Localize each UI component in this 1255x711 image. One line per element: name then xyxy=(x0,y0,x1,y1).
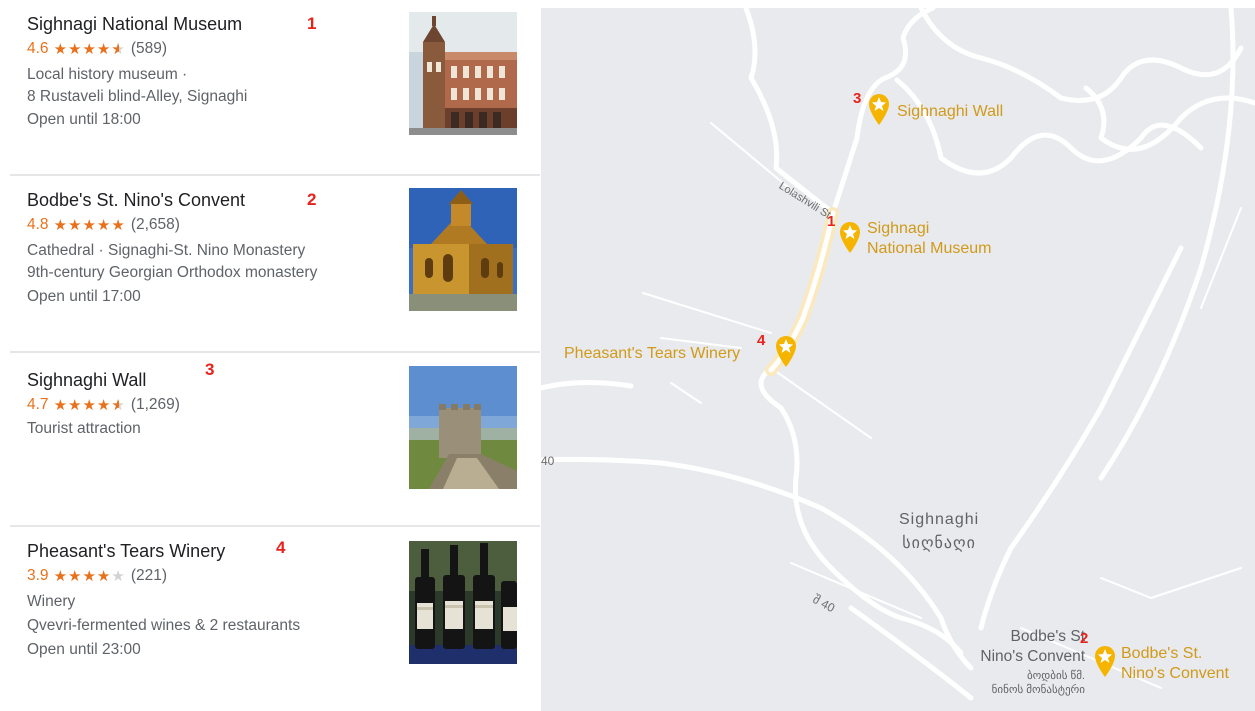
review-count[interactable]: (2,658) xyxy=(131,216,180,234)
result-marker-number: 2 xyxy=(307,190,317,209)
map-marker-number: 2 xyxy=(1080,630,1089,647)
result-title[interactable]: Bodbe's St. Nino's Convent xyxy=(27,190,245,211)
star-rating-icon: ★★★★★ xyxy=(53,217,126,234)
result-description: Qvevri-fermented wines & 2 restaurants xyxy=(27,617,301,634)
map-view[interactable]: Lolashvili St 40 შ 40 Sighnaghi სიღნაღი … xyxy=(541,8,1255,711)
result-category: Winery xyxy=(27,593,76,610)
result-card-winery[interactable]: Pheasant's Tears Winery 4 3.9 ★★★★★ (221… xyxy=(0,527,540,699)
wall-photo[interactable] xyxy=(409,366,517,489)
result-hours: Open until 18:00 xyxy=(27,111,141,128)
result-category: Local history museum · xyxy=(27,66,188,83)
rating-row: 4.8 ★★★★★ (2,658) xyxy=(27,216,180,234)
result-title[interactable]: Pheasant's Tears Winery xyxy=(27,541,225,562)
poi-label-line: Bodbe's St. xyxy=(1121,645,1203,662)
result-marker-number: 1 xyxy=(307,14,317,33)
rating-score: 4.8 xyxy=(27,216,49,233)
poi-label-convent[interactable]: Bodbe's St. Nino's Convent xyxy=(1121,644,1229,684)
rating-score: 4.7 xyxy=(27,396,49,413)
results-list: Sighnagi National Museum 1 4.6 ★★★★★★ (5… xyxy=(0,0,540,711)
result-card-museum[interactable]: Sighnagi National Museum 1 4.6 ★★★★★★ (5… xyxy=(0,0,540,172)
star-rating-icon: ★★★★★★ xyxy=(53,397,126,414)
review-count[interactable]: (221) xyxy=(131,567,167,585)
rating-score: 4.6 xyxy=(27,40,49,57)
town-name-georgian: სიღნაღი xyxy=(902,535,976,552)
result-category: Cathedral · Signaghi-St. Nino Monastery xyxy=(27,242,306,259)
result-hours: Open until 17:00 xyxy=(27,288,141,305)
rating-score: 3.9 xyxy=(27,567,49,584)
museum-photo[interactable] xyxy=(409,12,517,135)
result-card-convent[interactable]: Bodbe's St. Nino's Convent 2 4.8 ★★★★★ (… xyxy=(0,176,540,348)
poi-label-winery[interactable]: Pheasant's Tears Winery xyxy=(564,344,740,364)
road-number-label: 40 xyxy=(541,454,555,468)
star-pin-icon[interactable] xyxy=(867,92,891,126)
town-label: Sighnaghi სიღნაღი xyxy=(899,511,979,553)
result-title[interactable]: Sighnagi National Museum xyxy=(27,14,242,35)
star-rating-icon: ★★★★★★ xyxy=(53,41,126,58)
convent-georgian-line: ნინოს მონასტერი xyxy=(991,684,1085,696)
star-pin-icon[interactable] xyxy=(774,334,798,368)
wine-bottles-photo[interactable] xyxy=(409,541,517,664)
rating-row: 3.9 ★★★★★ (221) xyxy=(27,567,167,585)
result-marker-number: 3 xyxy=(205,360,215,379)
poi-label-museum[interactable]: Sighnagi National Museum xyxy=(867,219,992,259)
star-pin-icon[interactable] xyxy=(1093,644,1117,678)
poi-label-line: National Museum xyxy=(867,240,992,257)
convent-georgian-line: ბოდბის წმ. xyxy=(1026,670,1085,682)
town-name: Sighnaghi xyxy=(899,511,980,528)
convent-photo[interactable] xyxy=(409,188,517,311)
convent-label-line: Nino's Convent xyxy=(980,648,1085,665)
result-marker-number: 4 xyxy=(276,538,286,557)
convent-georgian-label: ბოდბის წმ. ნინოს მონასტერი xyxy=(945,669,1085,697)
result-hours: Open until 23:00 xyxy=(27,641,141,658)
result-card-wall[interactable]: Sighnaghi Wall 3 4.7 ★★★★★★ (1,269) Tour… xyxy=(0,353,540,525)
result-title[interactable]: Sighnaghi Wall xyxy=(27,370,146,391)
rating-row: 4.7 ★★★★★★ (1,269) xyxy=(27,396,180,414)
map-marker-number: 4 xyxy=(757,332,766,349)
result-description: 9th-century Georgian Orthodox monastery xyxy=(27,264,318,281)
review-count[interactable]: (589) xyxy=(131,40,167,58)
result-category: Tourist attraction xyxy=(27,420,141,437)
map-marker-number: 3 xyxy=(853,90,862,107)
map-marker-number: 1 xyxy=(827,213,836,230)
poi-label-line: Nino's Convent xyxy=(1121,665,1229,682)
poi-label-line: Sighnagi xyxy=(867,220,930,237)
review-count[interactable]: (1,269) xyxy=(131,396,180,414)
result-address: 8 Rustaveli blind-Alley, Signaghi xyxy=(27,88,248,105)
poi-label-wall[interactable]: Sighnaghi Wall xyxy=(897,102,1003,122)
rating-row: 4.6 ★★★★★★ (589) xyxy=(27,40,167,58)
star-pin-icon[interactable] xyxy=(838,220,862,254)
convent-label-line: Bodbe's St xyxy=(1010,628,1085,645)
star-rating-icon: ★★★★★ xyxy=(53,568,126,585)
convent-grey-label: Bodbe's St Nino's Convent xyxy=(965,627,1085,667)
